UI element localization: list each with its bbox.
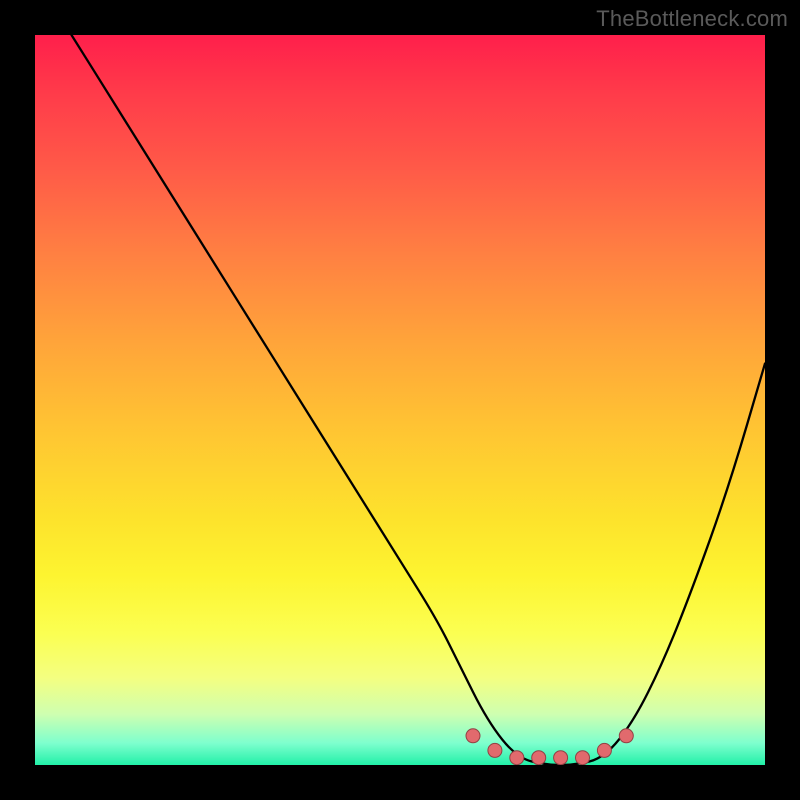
optimal-marker [554,751,568,765]
bottleneck-curve [72,35,766,765]
optimal-marker [532,751,546,765]
optimal-marker [510,751,524,765]
optimal-marker-group [466,729,633,765]
watermark-text: TheBottleneck.com [596,6,788,32]
optimal-marker [466,729,480,743]
optimal-marker [488,743,502,757]
plot-area [35,35,765,765]
optimal-marker [576,751,590,765]
optimal-marker [619,729,633,743]
chart-svg [35,35,765,765]
chart-frame: TheBottleneck.com [0,0,800,800]
optimal-marker [597,743,611,757]
